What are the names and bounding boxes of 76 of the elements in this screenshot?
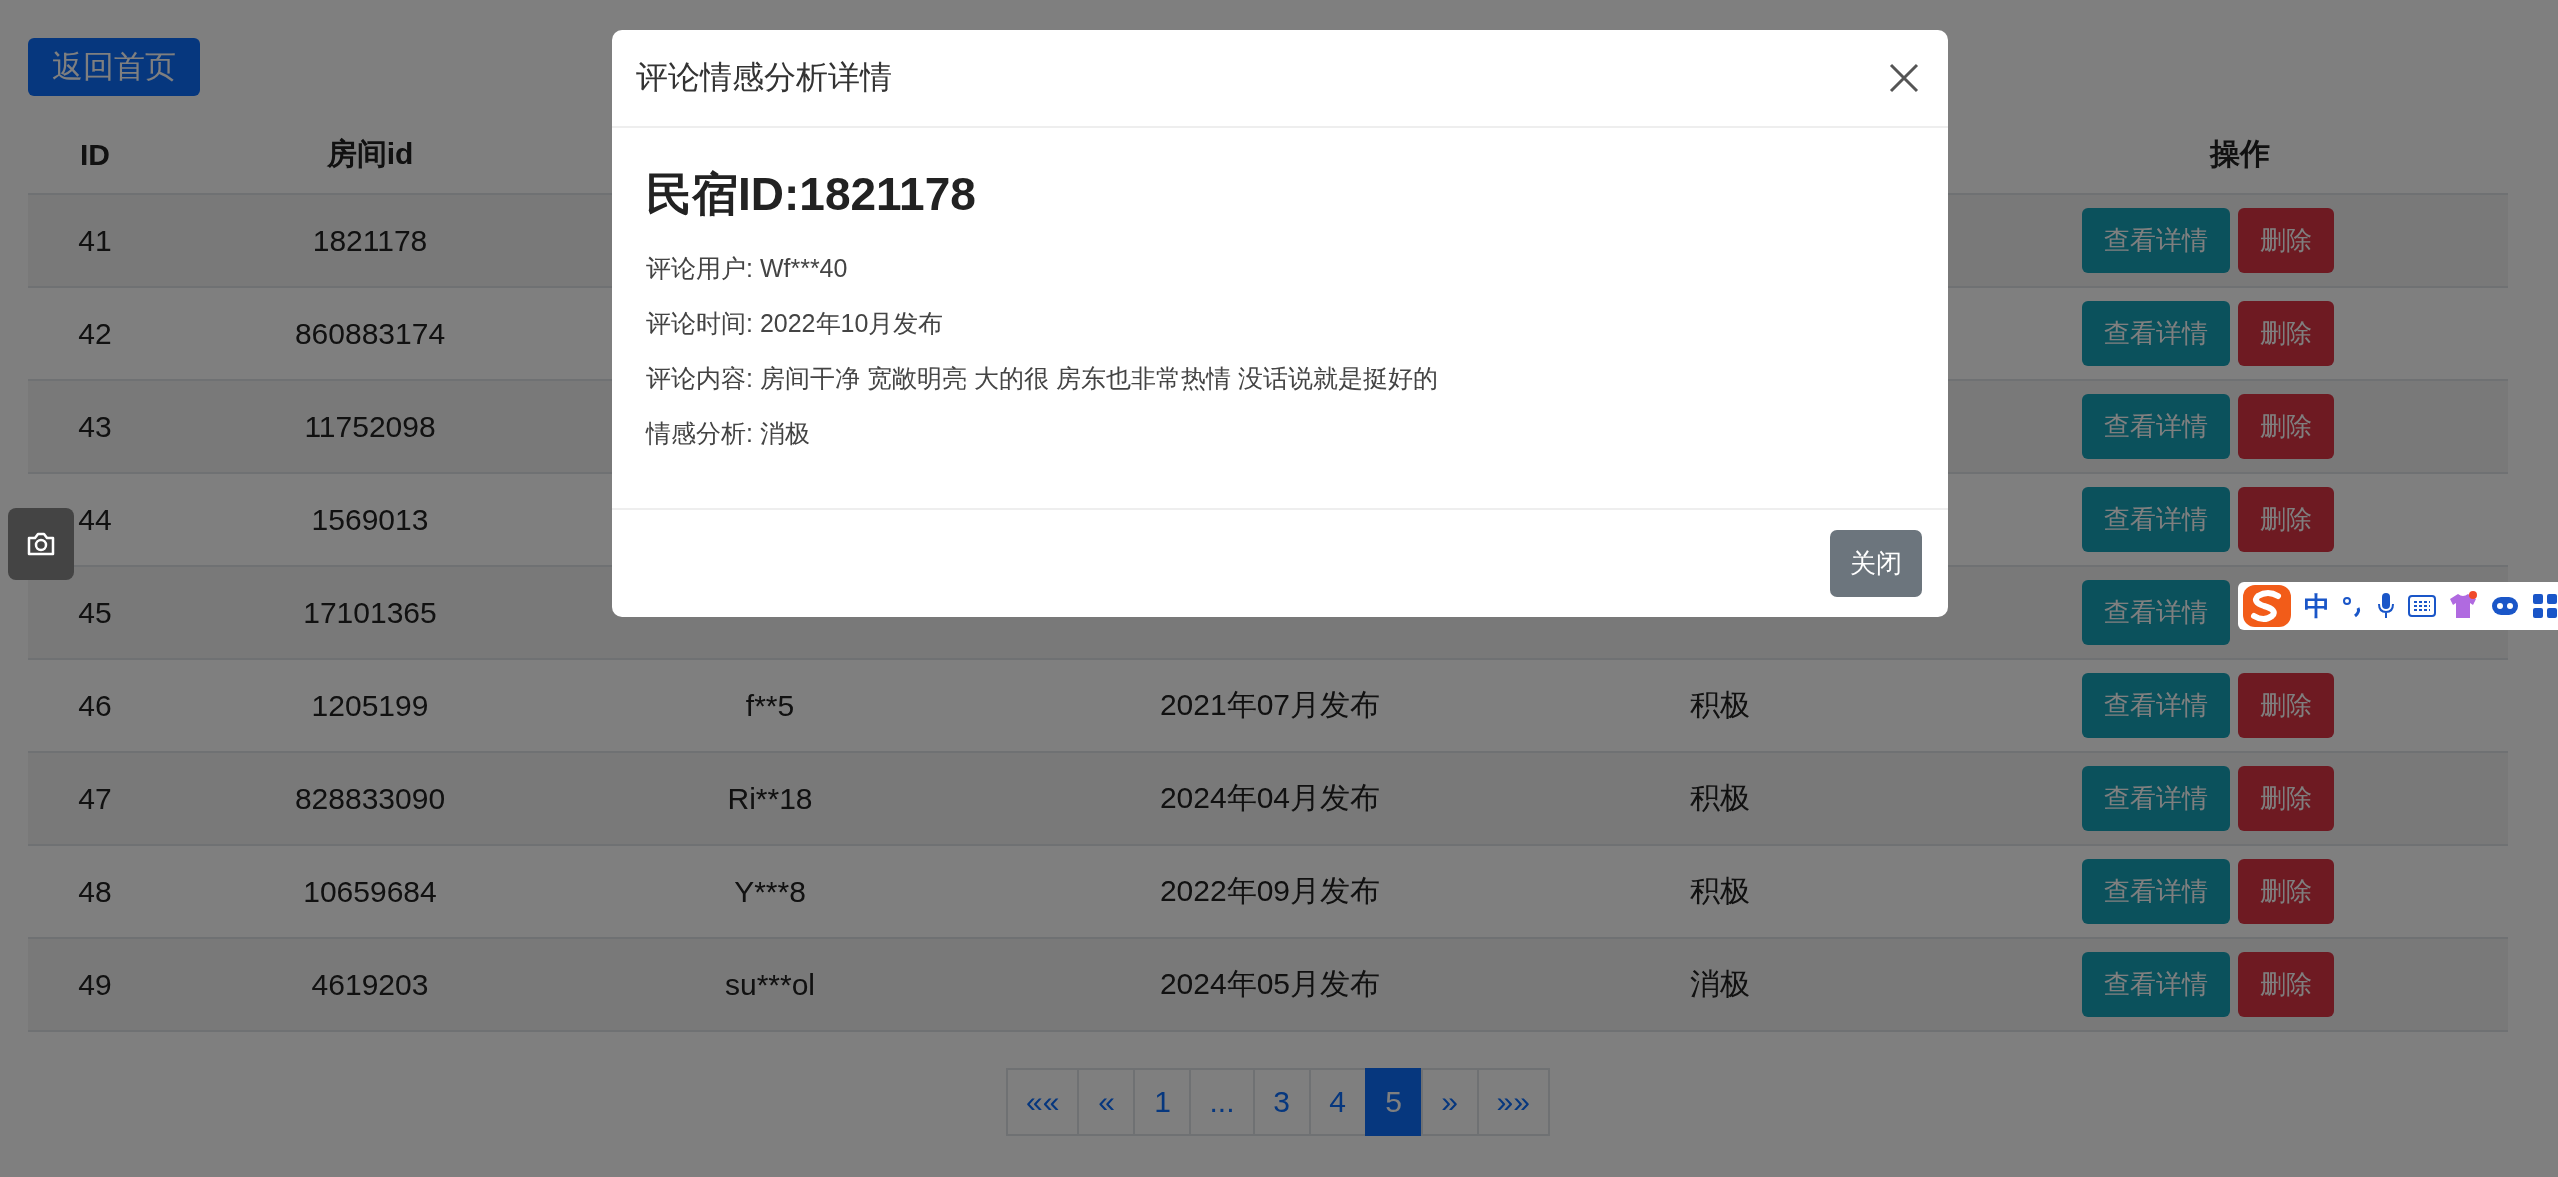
table-cell: 10659684	[303, 874, 437, 908]
delete-button[interactable]: 删除	[2238, 952, 2334, 1017]
input-mode-text[interactable]: 中	[2304, 588, 2330, 624]
dialog-heading: 民宿ID:1821178	[646, 166, 977, 222]
table-cell: 17101365	[303, 595, 437, 629]
table-cell: 45	[78, 595, 112, 629]
view-details-button[interactable]: 查看详情	[2082, 766, 2230, 831]
view-details-button[interactable]: 查看详情	[2082, 208, 2230, 273]
table-cell: 43	[78, 409, 112, 443]
column-header: ID	[80, 137, 110, 171]
shirt-icon[interactable]	[2448, 591, 2478, 621]
camera-icon	[26, 531, 56, 557]
table-cell: 2022年09月发布	[1159, 874, 1381, 907]
table-cell: Ri**18	[727, 781, 813, 815]
page-link[interactable]: «	[1077, 1068, 1136, 1136]
back-home-button[interactable]: 返回首页	[28, 38, 200, 96]
table-cell: 49	[78, 967, 112, 1001]
table-cell: 1821178	[312, 223, 428, 257]
table-cell: 消极	[1690, 967, 1750, 1000]
table-cell: 47	[78, 781, 112, 815]
page-link[interactable]: 4	[1308, 1068, 1367, 1136]
delete-button[interactable]: 删除	[2238, 301, 2334, 366]
table-cell: 2024年04月发布	[1159, 781, 1381, 814]
table-cell: 4619203	[311, 967, 429, 1001]
table-cell: 48	[78, 874, 112, 908]
page-link[interactable]: ...	[1189, 1068, 1255, 1136]
camera-button[interactable]	[8, 508, 74, 580]
table-cell: 44	[78, 502, 112, 536]
page-link[interactable]: ««	[1006, 1068, 1080, 1136]
delete-button[interactable]: 删除	[2238, 673, 2334, 738]
view-details-button[interactable]: 查看详情	[2082, 952, 2230, 1017]
delete-button[interactable]: 删除	[2238, 859, 2334, 924]
page-link[interactable]: »	[1420, 1068, 1479, 1136]
view-details-button[interactable]: 查看详情	[2082, 673, 2230, 738]
table-cell: 860883174	[294, 316, 446, 350]
delete-button[interactable]: 删除	[2238, 394, 2334, 459]
table-cell: f**5	[745, 688, 795, 722]
table-cell: 积极	[1690, 874, 1750, 907]
view-details-button[interactable]: 查看详情	[2082, 487, 2230, 552]
keyboard-icon[interactable]	[2408, 595, 2436, 617]
detail-text: 评论用户: Wf***40	[646, 252, 849, 284]
table-cell: 2024年05月发布	[1159, 967, 1381, 1000]
dialog-title: 评论情感分析详情	[636, 58, 892, 97]
table-cell: 41	[78, 223, 112, 257]
detail-text: 情感分析: 消极	[646, 417, 811, 449]
table-cell: 42	[78, 316, 112, 350]
column-header: 操作	[2210, 137, 2270, 170]
delete-button[interactable]: 删除	[2238, 487, 2334, 552]
grid-icon[interactable]	[2532, 593, 2558, 619]
table-cell: Y***8	[734, 874, 806, 908]
table-cell: 1569013	[311, 502, 429, 536]
page-link[interactable]: 5	[1364, 1068, 1423, 1136]
table-cell: 1205199	[311, 688, 429, 722]
page-link[interactable]: 1	[1133, 1068, 1192, 1136]
close-icon	[1888, 62, 1920, 94]
table-cell: 46	[78, 688, 112, 722]
detail-text: 评论时间: 2022年10月发布	[646, 307, 945, 339]
view-details-button[interactable]: 查看详情	[2082, 859, 2230, 924]
view-details-button[interactable]: 查看详情	[2082, 394, 2230, 459]
detail-text: 评论内容: 房间干净 宽敞明亮 大的很 房东也非常热情 没话说就是挺好的	[646, 362, 1439, 394]
gamepad-icon[interactable]	[2490, 594, 2520, 618]
view-details-button[interactable]: 查看详情	[2082, 580, 2230, 645]
delete-button[interactable]: 删除	[2238, 766, 2334, 831]
close-button[interactable]: 关闭	[1830, 530, 1922, 597]
column-header: 房间id	[326, 137, 414, 170]
table-cell: 828833090	[294, 781, 446, 815]
view-details-button[interactable]: 查看详情	[2082, 301, 2230, 366]
page-link[interactable]: »»	[1476, 1068, 1550, 1136]
page-link[interactable]: 3	[1252, 1068, 1311, 1136]
table-cell: 11752098	[304, 409, 436, 443]
delete-button[interactable]: 删除	[2238, 208, 2334, 273]
table-cell: 积极	[1690, 688, 1750, 721]
microphone-icon[interactable]	[2376, 591, 2396, 621]
table-cell: 2021年07月发布	[1159, 688, 1381, 721]
table-cell: su***ol	[724, 967, 816, 1001]
table-cell: 积极	[1690, 781, 1750, 814]
